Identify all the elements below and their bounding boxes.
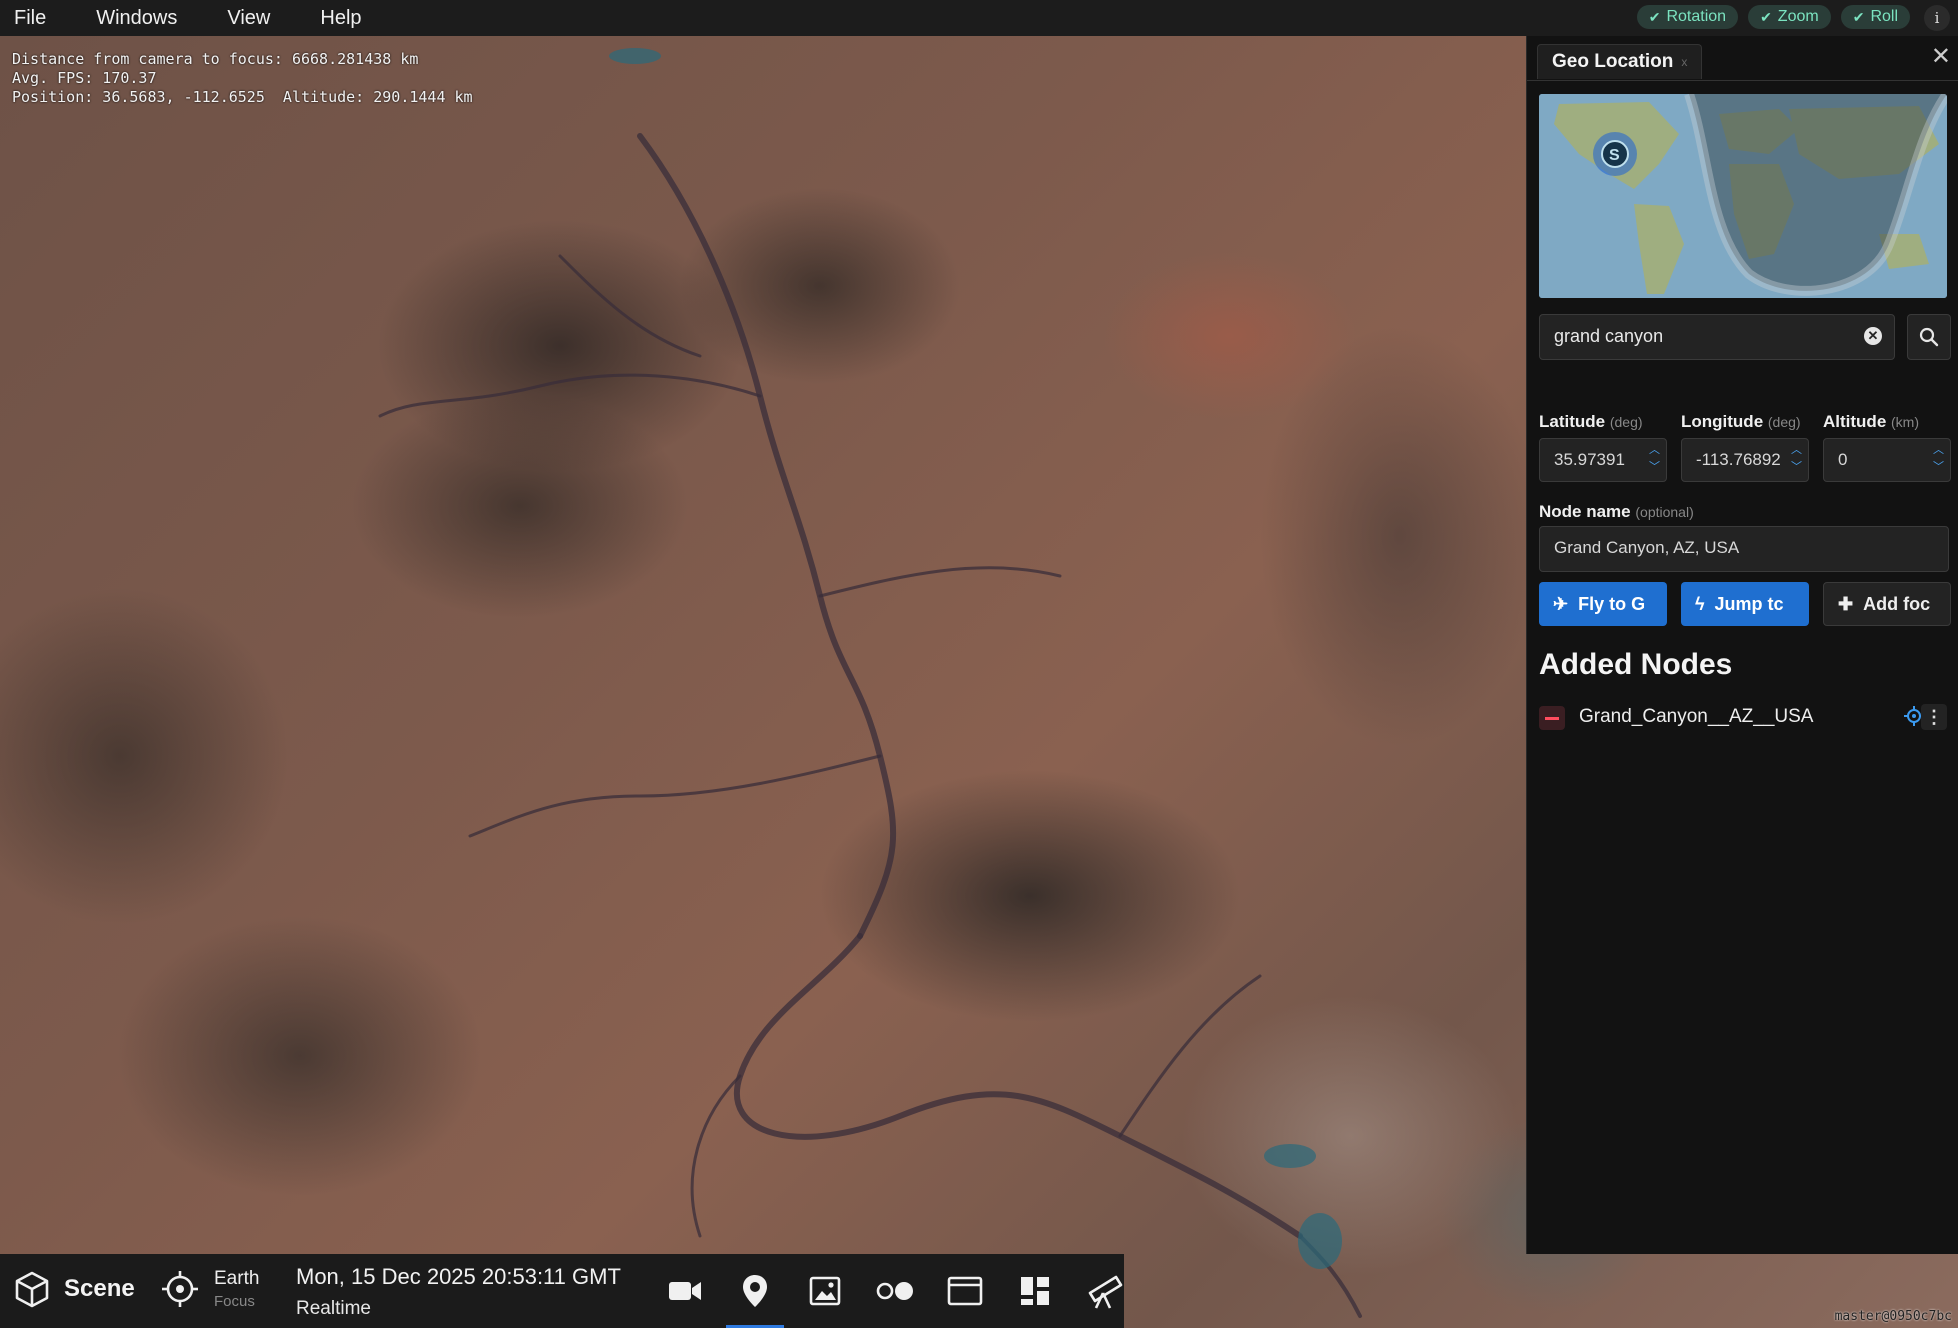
stepper-arrows-icon[interactable]: ︿ ﹀ bbox=[1933, 442, 1944, 476]
image-icon bbox=[809, 1276, 841, 1306]
dashboard-button[interactable] bbox=[1000, 1254, 1070, 1328]
tab-close-icon[interactable]: x bbox=[1681, 55, 1687, 69]
stats-overlay: Distance from camera to focus: 6668.2814… bbox=[12, 50, 473, 107]
fly-to-button[interactable]: ✈ Fly to G bbox=[1539, 582, 1667, 626]
screenshot-button[interactable] bbox=[790, 1254, 860, 1328]
node-name-field bbox=[1539, 526, 1949, 572]
datetime-display: Mon, 15 Dec 2025 20:53:11 GMT bbox=[296, 1264, 621, 1289]
altitude-value: 0 bbox=[1838, 450, 1848, 469]
fly-to-label: Fly to G bbox=[1578, 593, 1646, 614]
distance-readout: Distance from camera to focus: 6668.2814… bbox=[12, 50, 419, 68]
node-name-input[interactable] bbox=[1540, 527, 1948, 569]
browser-window-icon bbox=[947, 1276, 983, 1306]
telescope-button[interactable] bbox=[1070, 1254, 1140, 1328]
scene-label: Scene bbox=[64, 1275, 135, 1302]
focus-name: Earth bbox=[214, 1268, 260, 1289]
longitude-value: -113.76892 bbox=[1696, 450, 1781, 469]
latitude-value: 35.97391 bbox=[1554, 450, 1625, 469]
list-item: Grand_Canyon__AZ__USA ⋮ bbox=[1539, 700, 1947, 736]
info-icon[interactable]: i bbox=[1924, 5, 1950, 31]
position-readout: Position: 36.5683, -112.6525 Altitude: 2… bbox=[12, 88, 473, 106]
rotation-toggle[interactable]: ✔ Rotation bbox=[1636, 5, 1739, 29]
add-focus-button[interactable]: ✚ Add foc bbox=[1823, 582, 1951, 626]
location-search: ✕ bbox=[1539, 314, 1895, 360]
clear-icon[interactable]: ✕ bbox=[1864, 327, 1882, 345]
search-button[interactable] bbox=[1907, 314, 1951, 360]
focus-label: Focus bbox=[214, 1293, 255, 1310]
panel-title: Geo Location bbox=[1552, 51, 1674, 72]
altitude-label: Altitude (km) bbox=[1823, 412, 1920, 431]
search-icon bbox=[1919, 327, 1939, 347]
geo-location-button[interactable] bbox=[720, 1254, 790, 1328]
tab-divider bbox=[1527, 80, 1958, 81]
altitude-field[interactable]: 0 ︿ ﹀ bbox=[1823, 438, 1951, 482]
time-mode: Realtime bbox=[296, 1298, 371, 1319]
jump-to-label: Jump tc bbox=[1714, 593, 1784, 614]
roll-toggle-label: Roll bbox=[1870, 8, 1898, 25]
remove-node-button[interactable] bbox=[1539, 706, 1565, 730]
telescope-icon bbox=[1088, 1275, 1123, 1309]
world-map-graphic: S bbox=[1539, 94, 1947, 298]
planets-icon bbox=[876, 1282, 913, 1300]
world-minimap[interactable]: S bbox=[1539, 94, 1947, 298]
search-input[interactable] bbox=[1540, 315, 1868, 357]
geo-location-panel: Geo Location x ✕ S ✕ bbox=[1526, 36, 1958, 1254]
version-label: master@0950c7bc bbox=[1834, 1309, 1952, 1324]
node-name-label: Node name (optional) bbox=[1539, 502, 1694, 521]
check-icon: ✔ bbox=[1648, 8, 1661, 25]
tab-geo-location[interactable]: Geo Location x bbox=[1537, 44, 1703, 79]
close-icon[interactable]: ✕ bbox=[1931, 42, 1951, 71]
latitude-field[interactable]: 35.97391 ︿ ﹀ bbox=[1539, 438, 1667, 482]
added-nodes-title: Added Nodes bbox=[1539, 648, 1733, 681]
minus-icon bbox=[1545, 716, 1559, 720]
stepper-arrows-icon[interactable]: ︿ ﹀ bbox=[1649, 442, 1660, 476]
video-camera-icon bbox=[669, 1282, 701, 1300]
bolt-icon: ϟ bbox=[1695, 593, 1705, 614]
bottom-toolbar: Scene Earth Focus Mon, 15 Dec 2025 20:53… bbox=[0, 1254, 1124, 1328]
cube-icon bbox=[15, 1271, 49, 1308]
check-icon: ✔ bbox=[1852, 8, 1865, 25]
added-node-name: Grand_Canyon__AZ__USA bbox=[1579, 706, 1814, 727]
plus-icon: ✚ bbox=[1838, 593, 1854, 614]
menu-bar: File Windows View Help ✔ Rotation ✔ Zoom… bbox=[0, 0, 1958, 36]
menu-help[interactable]: Help bbox=[306, 7, 375, 30]
longitude-label: Longitude (deg) bbox=[1681, 412, 1801, 431]
scene-button[interactable]: Scene bbox=[14, 1270, 135, 1308]
stepper-arrows-icon[interactable]: ︿ ﹀ bbox=[1791, 442, 1802, 476]
menu-windows[interactable]: Windows bbox=[82, 7, 191, 30]
rotation-toggle-label: Rotation bbox=[1666, 8, 1727, 25]
zoom-toggle-label: Zoom bbox=[1777, 8, 1819, 25]
more-options-icon[interactable]: ⋮ bbox=[1921, 704, 1947, 730]
svg-text:S: S bbox=[1609, 147, 1620, 164]
jump-to-button[interactable]: ϟ Jump tc bbox=[1681, 582, 1809, 626]
location-pin-icon bbox=[743, 1275, 767, 1307]
camera-button[interactable] bbox=[650, 1254, 720, 1328]
time-control[interactable]: Mon, 15 Dec 2025 20:53:11 GMT Realtime bbox=[296, 1264, 621, 1320]
dashboard-icon bbox=[1021, 1277, 1049, 1305]
window-launchers bbox=[650, 1254, 1140, 1328]
latitude-label: Latitude (deg) bbox=[1539, 412, 1643, 431]
window-button[interactable] bbox=[930, 1254, 1000, 1328]
zoom-toggle[interactable]: ✔ Zoom bbox=[1748, 5, 1831, 29]
menu-view[interactable]: View bbox=[213, 7, 284, 30]
mission-button[interactable] bbox=[860, 1254, 930, 1328]
crosshair-icon bbox=[162, 1271, 198, 1307]
navigation-toggles: ✔ Rotation ✔ Zoom ✔ Roll bbox=[1636, 5, 1910, 29]
menu-file[interactable]: File bbox=[0, 7, 60, 30]
longitude-field[interactable]: -113.76892 ︿ ﹀ bbox=[1681, 438, 1809, 482]
roll-toggle[interactable]: ✔ Roll bbox=[1840, 5, 1910, 29]
fps-readout: Avg. FPS: 170.37 bbox=[12, 69, 157, 87]
check-icon: ✔ bbox=[1760, 8, 1772, 25]
add-focus-label: Add foc bbox=[1863, 593, 1931, 614]
focus-button[interactable]: Earth Focus bbox=[160, 1268, 259, 1310]
airplane-icon: ✈ bbox=[1553, 593, 1569, 614]
